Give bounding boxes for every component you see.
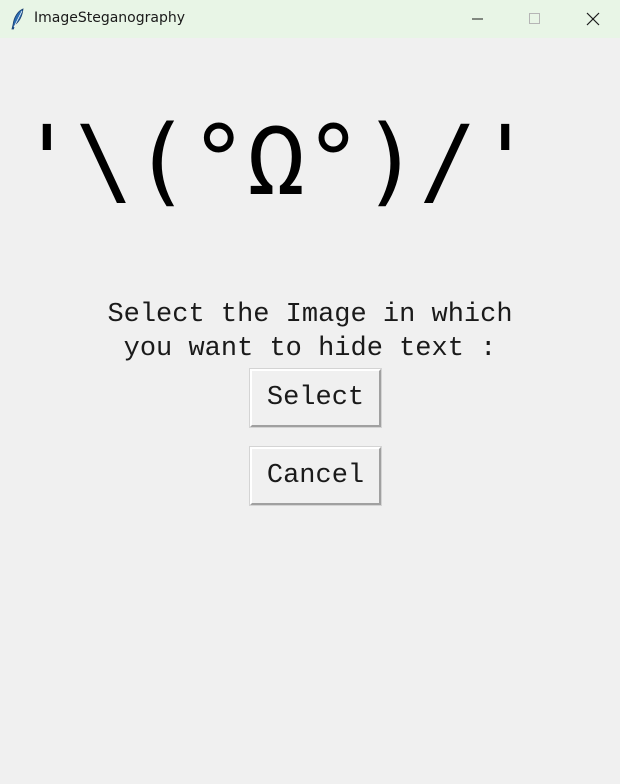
maximize-button[interactable] (511, 0, 557, 38)
instruction-line-2: you want to hide text : (123, 334, 497, 364)
close-button[interactable] (570, 0, 616, 38)
window-title: ImageSteganography (34, 10, 186, 26)
kaomoji-banner: '\(°Ω°)/' (0, 96, 620, 226)
instruction-line-1: Select the Image in which (107, 300, 513, 330)
minimize-button[interactable] (454, 0, 500, 38)
instruction-label: Select the Image in which you want to hi… (0, 298, 620, 366)
minimize-icon (472, 18, 483, 20)
cancel-button[interactable]: Cancel (249, 446, 382, 506)
kaomoji-text: '\(°Ω°)/' (18, 105, 534, 217)
select-button[interactable]: Select (249, 368, 382, 428)
feather-icon (11, 8, 24, 30)
title-bar[interactable]: ImageSteganography (0, 0, 620, 38)
close-icon (586, 12, 600, 26)
app-window: ImageSteganography '\(°Ω°)/' Select the … (0, 0, 620, 784)
maximize-icon (529, 13, 540, 24)
